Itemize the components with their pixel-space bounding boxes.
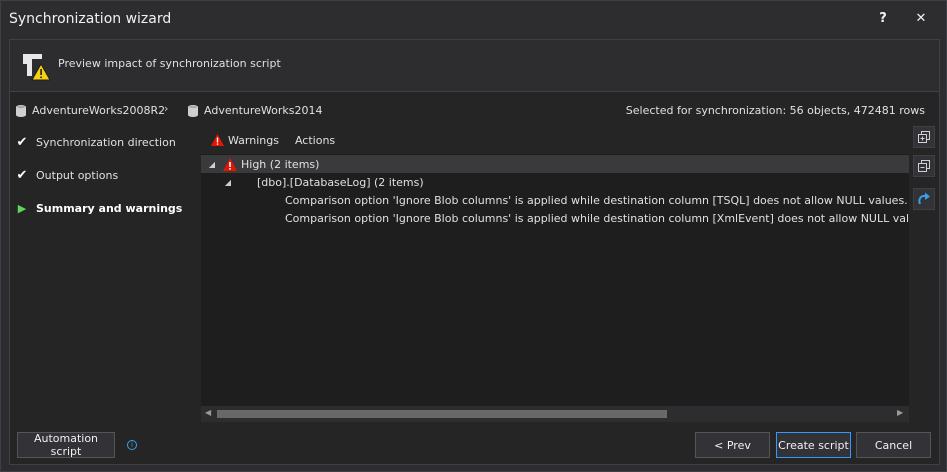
tab-bar: Warnings Actions: [201, 126, 351, 154]
step-summary-and-warnings[interactable]: ▶ Summary and warnings: [16, 197, 183, 219]
check-icon: ✔: [16, 167, 28, 183]
play-arrow-icon: ▶: [17, 201, 27, 215]
expand-all-button[interactable]: [913, 126, 935, 148]
tab-actions-label: Actions: [294, 133, 336, 147]
tab-warnings-label: Warnings: [228, 133, 279, 147]
selection-info: Selected for synchronization: 56 objects…: [625, 104, 925, 117]
close-button[interactable]: ✕: [911, 11, 931, 29]
warning-icon: [223, 157, 237, 171]
step-label: Summary and warnings: [36, 201, 183, 215]
wizard-body: Preview impact of synchronization script…: [9, 39, 940, 465]
tree-object-row[interactable]: ◢ [dbo].[DatabaseLog] (2 items): [201, 173, 909, 191]
create-script-button[interactable]: Create script: [776, 432, 851, 458]
window-title: Synchronization wizard: [9, 11, 172, 27]
tree-group-high[interactable]: ◢ High (2 items): [201, 155, 909, 173]
tab-actions[interactable]: Actions: [295, 134, 335, 147]
step-synchronization-direction[interactable]: ✔ Synchronization direction: [16, 131, 176, 153]
tree-object-label: [dbo].[DatabaseLog] (2 items): [257, 175, 424, 189]
tree-group-label: High (2 items): [241, 157, 320, 171]
redo-arrow-icon: [918, 192, 930, 205]
tree-message-row[interactable]: Comparison option 'Ignore Blob columns' …: [201, 209, 909, 227]
step-label: Output options: [36, 168, 119, 182]
chevron-right-icon: ›: [164, 102, 169, 115]
scroll-right-icon[interactable]: ▶: [897, 408, 903, 417]
tree-message-row[interactable]: Comparison option 'Ignore Blob columns' …: [201, 191, 909, 209]
warnings-tree: ◢ High (2 items) ◢ [dbo].[DatabaseLog] (…: [201, 154, 909, 406]
source-database: AdventureWorks2008R2: [16, 104, 165, 117]
horizontal-scrollbar[interactable]: ◀ ▶: [201, 406, 909, 422]
help-button[interactable]: ?: [873, 11, 893, 29]
database-icon: [188, 104, 198, 117]
scroll-left-icon[interactable]: ◀: [205, 408, 211, 417]
database-icon: [16, 104, 26, 117]
check-icon: ✔: [16, 134, 28, 150]
step-label: Synchronization direction: [36, 135, 176, 149]
info-icon[interactable]: i: [127, 440, 137, 450]
title-bar: Synchronization wizard ? ✕: [1, 1, 946, 39]
expand-triangle-icon[interactable]: ◢: [223, 178, 233, 187]
tree-message-text: Comparison option 'Ignore Blob columns' …: [285, 193, 909, 207]
source-database-name: AdventureWorks2008R2: [32, 104, 166, 117]
target-database: AdventureWorks2014: [188, 104, 322, 117]
target-database-name: AdventureWorks2014: [204, 104, 323, 117]
collapse-all-button[interactable]: [913, 155, 935, 177]
sync-warning-icon: [23, 54, 50, 81]
collapse-all-icon: [918, 160, 930, 172]
database-row: AdventureWorks2008R2 › AdventureWorks201…: [10, 92, 939, 124]
refresh-button[interactable]: [913, 188, 935, 210]
warning-icon: [211, 134, 224, 146]
step-output-options[interactable]: ✔ Output options: [16, 164, 119, 186]
expand-triangle-icon[interactable]: ◢: [207, 160, 217, 169]
tree-message-text: Comparison option 'Ignore Blob columns' …: [285, 211, 909, 225]
cancel-button[interactable]: Cancel: [856, 432, 931, 458]
wizard-footer: Automation script i < Prev Create script…: [10, 426, 939, 464]
wizard-window: Synchronization wizard ? ✕ Preview impac…: [0, 0, 947, 472]
summary-panel: Warnings Actions ◢ High (2 items) ◢ [dbo…: [201, 126, 909, 424]
prev-button[interactable]: < Prev: [695, 432, 770, 458]
automation-script-button[interactable]: Automation script: [17, 432, 115, 458]
tab-warnings[interactable]: Warnings: [201, 134, 279, 147]
scrollbar-thumb[interactable]: [217, 410, 667, 418]
wizard-header: Preview impact of synchronization script: [10, 40, 939, 92]
expand-all-icon: [918, 131, 930, 143]
header-text: Preview impact of synchronization script: [58, 57, 281, 70]
